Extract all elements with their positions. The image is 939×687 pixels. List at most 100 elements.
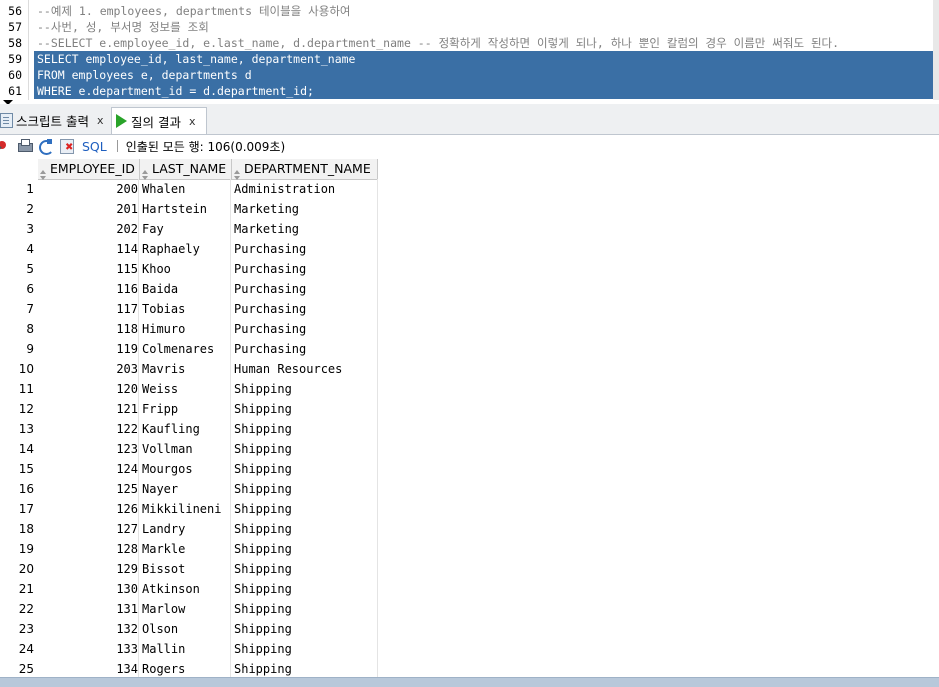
cell-department-name[interactable]: Shipping — [234, 619, 378, 639]
cell-last-name[interactable]: Fay — [142, 219, 231, 239]
print-icon[interactable] — [17, 138, 33, 154]
cell-department-name[interactable]: Shipping — [234, 659, 378, 679]
cell-department-name[interactable]: Shipping — [234, 459, 378, 479]
cell-last-name[interactable]: Olson — [142, 619, 231, 639]
result-grid[interactable]: EMPLOYEE_ID LAST_NAME DEPARTMENT_NAME 12… — [0, 159, 939, 679]
table-row[interactable]: 4 114 Raphaely Purchasing — [0, 239, 378, 259]
cell-department-name[interactable]: Marketing — [234, 199, 378, 219]
cell-department-name[interactable]: Marketing — [234, 219, 378, 239]
table-row[interactable]: 12 121 Fripp Shipping — [0, 399, 378, 419]
cell-employee-id[interactable]: 131 — [38, 599, 139, 619]
cell-last-name[interactable]: Rogers — [142, 659, 231, 679]
code-line[interactable]: 56 --예제 1. employees, departments 테이블을 사용… — [0, 3, 933, 19]
table-row[interactable]: 5 115 Khoo Purchasing — [0, 259, 378, 279]
table-row[interactable]: 6 116 Baida Purchasing — [0, 279, 378, 299]
cell-employee-id[interactable]: 122 — [38, 419, 139, 439]
cell-employee-id[interactable]: 117 — [38, 299, 139, 319]
table-row[interactable]: 15 124 Mourgos Shipping — [0, 459, 378, 479]
table-row[interactable]: 25 134 Rogers Shipping — [0, 659, 378, 679]
cell-department-name[interactable]: Shipping — [234, 379, 378, 399]
cell-employee-id[interactable]: 125 — [38, 479, 139, 499]
cell-last-name[interactable]: Landry — [142, 519, 231, 539]
cell-department-name[interactable]: Human Resources — [234, 359, 378, 379]
cell-employee-id[interactable]: 124 — [38, 459, 139, 479]
cell-department-name[interactable]: Shipping — [234, 579, 378, 599]
cell-employee-id[interactable]: 114 — [38, 239, 139, 259]
cell-employee-id[interactable]: 202 — [38, 219, 139, 239]
cell-employee-id[interactable]: 133 — [38, 639, 139, 659]
cell-employee-id[interactable]: 123 — [38, 439, 139, 459]
column-header-employee-id[interactable]: EMPLOYEE_ID — [38, 159, 140, 180]
table-row[interactable]: 10 203 Mavris Human Resources — [0, 359, 378, 379]
cell-last-name[interactable]: Vollman — [142, 439, 231, 459]
editor-scrollbar[interactable] — [933, 0, 939, 100]
cell-employee-id[interactable]: 129 — [38, 559, 139, 579]
cell-department-name[interactable]: Shipping — [234, 639, 378, 659]
cell-department-name[interactable]: Shipping — [234, 399, 378, 419]
table-row[interactable]: 21 130 Atkinson Shipping — [0, 579, 378, 599]
cell-last-name[interactable]: Fripp — [142, 399, 231, 419]
column-header-last-name[interactable]: LAST_NAME — [140, 159, 232, 180]
code-line[interactable]: 60 FROM employees e, departments d — [0, 67, 933, 83]
cell-department-name[interactable]: Shipping — [234, 499, 378, 519]
tab-query-result-close-icon[interactable]: x — [189, 115, 196, 128]
cell-department-name[interactable]: Shipping — [234, 539, 378, 559]
cell-employee-id[interactable]: 134 — [38, 659, 139, 679]
cell-employee-id[interactable]: 121 — [38, 399, 139, 419]
table-row[interactable]: 16 125 Nayer Shipping — [0, 479, 378, 499]
cell-last-name[interactable]: Tobias — [142, 299, 231, 319]
table-row[interactable]: 3 202 Fay Marketing — [0, 219, 378, 239]
cell-department-name[interactable]: Purchasing — [234, 279, 378, 299]
cell-last-name[interactable]: Whalen — [142, 179, 231, 199]
cell-employee-id[interactable]: 201 — [38, 199, 139, 219]
cell-employee-id[interactable]: 127 — [38, 519, 139, 539]
cell-employee-id[interactable]: 128 — [38, 539, 139, 559]
cell-last-name[interactable]: Mourgos — [142, 459, 231, 479]
code-line[interactable]: 61 WHERE e.department_id = d.department_i… — [0, 83, 933, 99]
pin-icon[interactable] — [0, 138, 12, 154]
cell-last-name[interactable]: Raphaely — [142, 239, 231, 259]
cell-department-name[interactable]: Purchasing — [234, 299, 378, 319]
tab-query-result[interactable]: 질의 결과 x — [111, 107, 207, 134]
table-row[interactable]: 1 200 Whalen Administration — [0, 179, 378, 199]
tab-script-output-close-icon[interactable]: x — [97, 114, 104, 127]
cell-department-name[interactable]: Shipping — [234, 559, 378, 579]
table-row[interactable]: 13 122 Kaufling Shipping — [0, 419, 378, 439]
tab-script-output[interactable]: 스크립트 출력 x — [0, 107, 110, 133]
sql-editor[interactable]: 56 --예제 1. employees, departments 테이블을 사용… — [0, 0, 939, 100]
cell-last-name[interactable]: Khoo — [142, 259, 231, 279]
cell-department-name[interactable]: Purchasing — [234, 319, 378, 339]
table-row[interactable]: 2 201 Hartstein Marketing — [0, 199, 378, 219]
cell-employee-id[interactable]: 120 — [38, 379, 139, 399]
cell-last-name[interactable]: Colmenares — [142, 339, 231, 359]
code-line[interactable]: 58 --SELECT e.employee_id, e.last_name, d… — [0, 35, 933, 51]
cell-department-name[interactable]: Purchasing — [234, 339, 378, 359]
table-row[interactable]: 22 131 Marlow Shipping — [0, 599, 378, 619]
table-row[interactable]: 24 133 Mallin Shipping — [0, 639, 378, 659]
cell-employee-id[interactable]: 119 — [38, 339, 139, 359]
table-row[interactable]: 17 126 Mikkilineni Shipping — [0, 499, 378, 519]
cell-department-name[interactable]: Purchasing — [234, 259, 378, 279]
cell-last-name[interactable]: Mavris — [142, 359, 231, 379]
cell-last-name[interactable]: Baida — [142, 279, 231, 299]
cell-last-name[interactable]: Hartstein — [142, 199, 231, 219]
table-row[interactable]: 23 132 Olson Shipping — [0, 619, 378, 639]
cell-employee-id[interactable]: 132 — [38, 619, 139, 639]
cell-last-name[interactable]: Bissot — [142, 559, 231, 579]
cell-department-name[interactable]: Administration — [234, 179, 378, 199]
table-row[interactable]: 18 127 Landry Shipping — [0, 519, 378, 539]
cell-employee-id[interactable]: 200 — [38, 179, 139, 199]
cell-last-name[interactable]: Weiss — [142, 379, 231, 399]
column-header-department-name[interactable]: DEPARTMENT_NAME — [232, 159, 378, 180]
code-line[interactable]: 57 --사번, 성, 부서명 정보를 조회 — [0, 19, 933, 35]
table-row[interactable]: 9 119 Colmenares Purchasing — [0, 339, 378, 359]
table-row[interactable]: 20 129 Bissot Shipping — [0, 559, 378, 579]
cell-department-name[interactable]: Shipping — [234, 599, 378, 619]
cell-department-name[interactable]: Purchasing — [234, 239, 378, 259]
cell-employee-id[interactable]: 130 — [38, 579, 139, 599]
cell-employee-id[interactable]: 118 — [38, 319, 139, 339]
table-row[interactable]: 8 118 Himuro Purchasing — [0, 319, 378, 339]
cell-department-name[interactable]: Shipping — [234, 439, 378, 459]
cancel-query-icon[interactable] — [59, 138, 75, 154]
cell-last-name[interactable]: Mallin — [142, 639, 231, 659]
